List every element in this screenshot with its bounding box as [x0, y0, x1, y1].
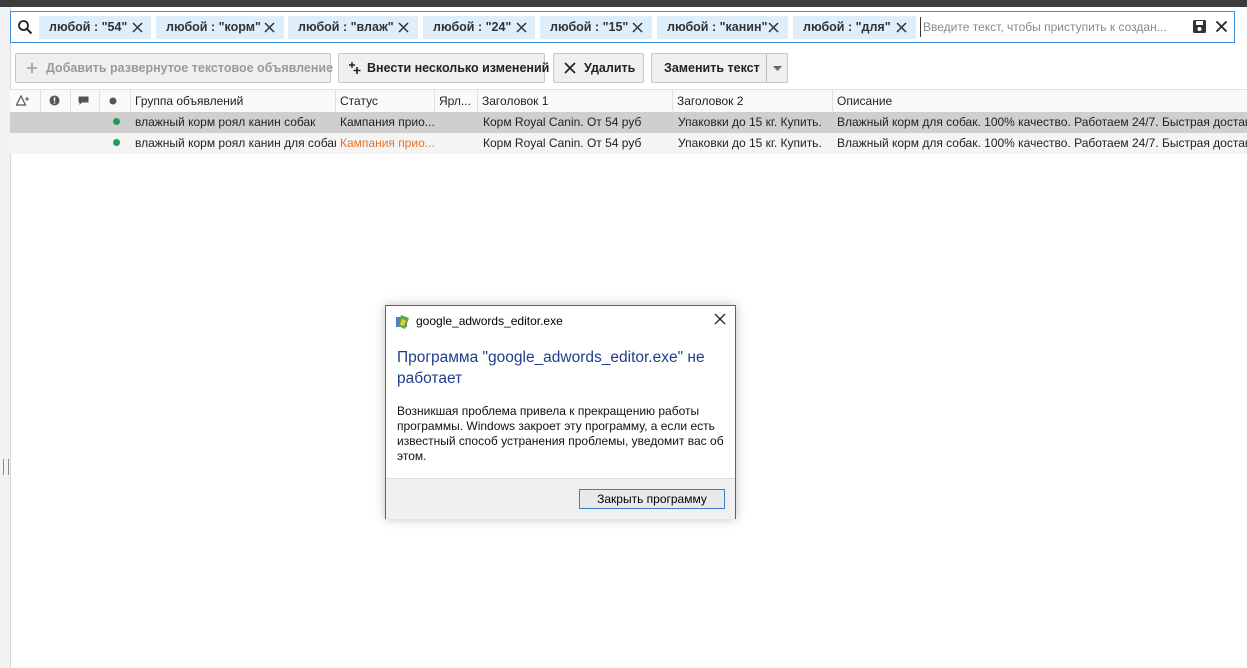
filter-chip-label: любой : "влаж" [298, 20, 394, 34]
close-program-button[interactable]: Закрыть программу [579, 489, 725, 509]
cell-headline-1: Корм Royal Canin. От 54 руб [483, 115, 642, 129]
replace-text-dropdown[interactable] [766, 53, 788, 83]
panel-resize-handle[interactable] [3, 459, 9, 475]
clear-filter-icon[interactable] [1214, 19, 1229, 34]
replace-text-button[interactable]: Заменить текст [651, 53, 767, 83]
app-icon [396, 315, 409, 329]
col-errors[interactable] [41, 90, 71, 112]
remove-chip-icon[interactable] [631, 21, 644, 34]
dialog-title: google_adwords_editor.exe [416, 314, 563, 328]
multiple-changes-button[interactable]: Внести несколько изменений [338, 53, 549, 83]
status-dot-active [113, 118, 120, 125]
remove-chip-icon[interactable] [515, 21, 528, 34]
delete-button[interactable]: Удалить [553, 53, 644, 83]
multi-plus-icon [349, 62, 361, 74]
cell-description: Влажный корм для собак. 100% качество. Р… [837, 136, 1247, 150]
filter-text-input[interactable] [920, 17, 1183, 37]
status-dot-icon [109, 97, 117, 105]
replace-text-label: Заменить текст [664, 61, 760, 75]
filter-chip-label: любой : "для" [803, 20, 891, 34]
cell-ad-group: влажный корм роял канин собак [135, 115, 316, 129]
filter-chip[interactable]: любой : "для" [793, 16, 916, 39]
grid-header: Группа объявлений Статус Ярл... Заголово… [10, 89, 1247, 113]
col-description[interactable]: Описание [833, 90, 1247, 112]
warning-sort-icon [16, 95, 29, 106]
remove-chip-icon[interactable] [131, 21, 144, 34]
col-ad-group[interactable]: Группа объявлений [131, 90, 336, 112]
filter-chip[interactable]: любой : "54" [39, 16, 151, 39]
filter-chip[interactable]: любой : "24" [423, 16, 535, 39]
filter-chip[interactable]: любой : "канин" [657, 16, 788, 39]
dialog-heading: Программа "google_adwords_editor.exe" не… [397, 349, 705, 387]
window-top-bar [0, 0, 1247, 7]
col-headline-2[interactable]: Заголовок 2 [673, 90, 833, 112]
col-labels[interactable]: Ярл... [435, 90, 478, 112]
filter-chip[interactable]: любой : "влаж" [288, 16, 418, 39]
comment-icon [78, 96, 89, 105]
table-row[interactable]: влажный корм роял канин для собак Кампан… [10, 133, 1247, 154]
remove-chip-icon[interactable] [767, 21, 780, 34]
col-comments[interactable] [71, 90, 100, 112]
remove-chip-icon[interactable] [895, 21, 908, 34]
filter-bar: любой : "54" любой : "корм" любой : "вла… [10, 11, 1235, 43]
error-icon [49, 95, 60, 106]
col-state[interactable] [100, 90, 131, 112]
filter-chip[interactable]: любой : "15" [540, 16, 652, 39]
filter-chip-label: любой : "24" [433, 20, 512, 34]
cell-description: Влажный корм для собак. 100% качество. Р… [837, 115, 1247, 129]
error-dialog: google_adwords_editor.exe Программа "goo… [385, 305, 736, 519]
dialog-footer: Закрыть программу [386, 478, 735, 519]
save-filter-icon[interactable] [1192, 19, 1207, 34]
add-button-label: Добавить развернутое текстовое объявлени… [46, 61, 334, 75]
delete-x-icon [564, 62, 576, 74]
col-headline-1[interactable]: Заголовок 1 [478, 90, 673, 112]
dialog-message: Возникшая проблема привела к прекращению… [397, 404, 724, 463]
cell-ad-group: влажный корм роял канин для собак [135, 136, 336, 150]
multiple-changes-label: Внести несколько изменений [367, 61, 550, 75]
cell-headline-2: Упаковки до 15 кг. Купить. [678, 136, 822, 150]
add-expanded-text-ad-button[interactable]: Добавить развернутое текстовое объявлени… [15, 53, 334, 83]
cell-headline-1: Корм Royal Canin. От 54 руб [483, 136, 642, 150]
plus-icon [27, 63, 37, 73]
search-icon[interactable] [17, 19, 33, 35]
filter-chip-label: любой : "54" [49, 20, 128, 34]
cell-status: Кампания прио... [340, 115, 435, 129]
delete-label: Удалить [584, 61, 636, 75]
remove-chip-icon[interactable] [397, 21, 410, 34]
close-icon[interactable] [713, 312, 727, 326]
filter-chip-label: любой : "15" [550, 20, 629, 34]
filter-chip[interactable]: любой : "корм" [156, 16, 284, 39]
remove-chip-icon[interactable] [263, 21, 276, 34]
status-dot-active [113, 139, 120, 146]
chevron-down-icon [773, 66, 782, 71]
col-sort-warnings[interactable] [10, 90, 41, 112]
col-status[interactable]: Статус [336, 90, 435, 112]
table-row[interactable]: влажный корм роял канин собак Кампания п… [10, 112, 1247, 133]
filter-chip-label: любой : "канин" [667, 20, 768, 34]
cell-headline-2: Упаковки до 15 кг. Купить. [678, 115, 822, 129]
filter-chip-label: любой : "корм" [166, 20, 261, 34]
cell-status: Кампания прио... [340, 136, 435, 150]
